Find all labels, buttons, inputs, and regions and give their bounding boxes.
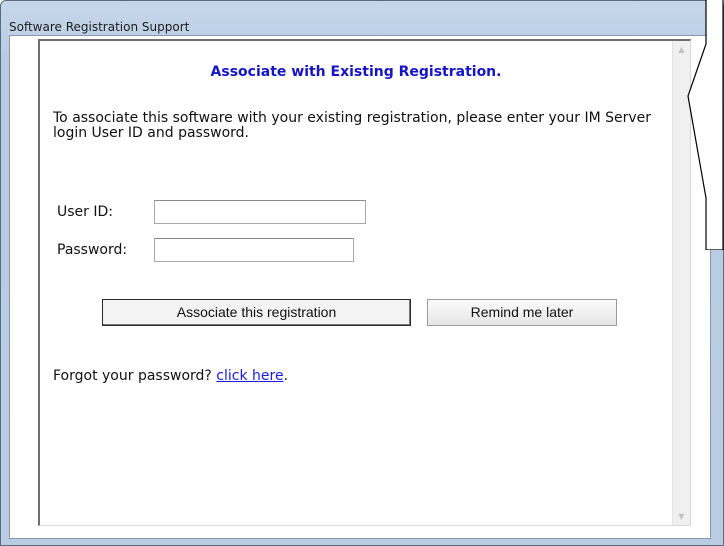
title-bar[interactable]: Software Registration Support [1, 1, 723, 35]
client-area: Associate with Existing Registration. To… [9, 35, 711, 539]
click-here-link[interactable]: click here [216, 368, 283, 384]
registration-content-panel: Associate with Existing Registration. To… [38, 39, 691, 526]
vertical-scrollbar[interactable]: ▲ ▼ [672, 41, 690, 525]
window-title: Software Registration Support [9, 20, 190, 34]
password-input[interactable] [154, 238, 354, 262]
forgot-password-suffix: . [283, 368, 289, 384]
user-id-input[interactable] [154, 200, 366, 224]
password-label: Password: [57, 242, 128, 258]
forgot-password-line: Forgot your password? click here. [53, 368, 288, 384]
triangle-down-icon[interactable]: ▼ [673, 508, 690, 525]
triangle-up-icon[interactable]: ▲ [673, 41, 690, 58]
registration-window: Software Registration Support Associate … [0, 0, 724, 546]
page-heading: Associate with Existing Registration. [210, 64, 502, 80]
user-id-label: User ID: [57, 204, 113, 220]
remind-me-later-button[interactable]: Remind me later [427, 299, 617, 326]
intro-text: To associate this software with your exi… [53, 110, 652, 141]
associate-registration-button[interactable]: Associate this registration [102, 299, 411, 326]
forgot-password-text: Forgot your password? [53, 368, 217, 384]
